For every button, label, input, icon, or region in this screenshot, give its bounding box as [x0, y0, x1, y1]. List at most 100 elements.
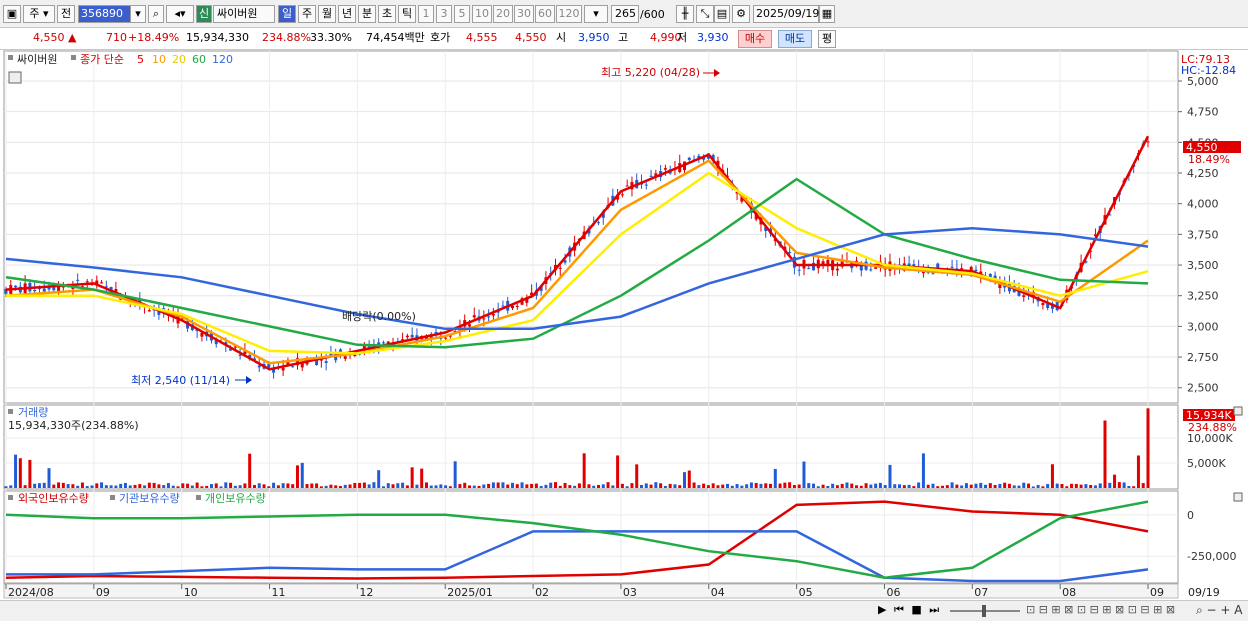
minute-option-5[interactable]: 5	[454, 5, 470, 23]
candle-body	[510, 305, 514, 309]
volume-bar	[224, 482, 228, 488]
volume-bar	[310, 483, 314, 488]
candle-body	[974, 269, 978, 271]
prev-button[interactable]: 전	[57, 5, 75, 23]
candle-body	[57, 286, 61, 291]
volume-bar	[18, 458, 22, 488]
sell-button[interactable]: 매도	[778, 30, 812, 48]
volume-bar	[716, 485, 720, 488]
minute-option-1[interactable]: 1	[418, 5, 434, 23]
draw-icon[interactable]: ⤡	[696, 5, 714, 23]
minute-option-3[interactable]: 3	[436, 5, 452, 23]
gear-icon[interactable]: ⚙	[732, 5, 750, 23]
volume-bar	[764, 483, 768, 488]
mode-primary-label: 주	[29, 7, 40, 20]
volume-bar	[33, 483, 37, 488]
minute-option-30[interactable]: 30	[514, 5, 534, 23]
volume-bar	[936, 486, 940, 488]
volume-bar	[1017, 485, 1021, 488]
date-input[interactable]: 2025/09/19	[753, 5, 819, 23]
candle-icon[interactable]: ╫	[676, 5, 694, 23]
volume-bar	[219, 486, 223, 488]
volume-bar	[162, 485, 166, 488]
minute-dropdown-icon[interactable]: ▾	[584, 5, 608, 23]
volume-bar	[1070, 483, 1074, 488]
holdings-tick-label: 0	[1187, 509, 1194, 522]
volume-bar	[381, 486, 385, 488]
period-tick-button[interactable]: 틱	[398, 5, 416, 23]
save-icon[interactable]: ▤	[714, 5, 730, 23]
candle-body	[835, 268, 839, 271]
volume-bar	[119, 483, 123, 488]
volume-bar	[252, 484, 256, 488]
price-tick-label: 3,250	[1187, 290, 1219, 303]
volume-bar	[826, 485, 830, 488]
volume-bar	[515, 484, 519, 488]
volume-bar	[1122, 482, 1126, 488]
bar-count-input[interactable]: 265	[611, 5, 639, 23]
candle-body	[324, 361, 328, 363]
volume-bar	[926, 484, 930, 488]
volume-bar	[467, 485, 471, 488]
zoom-slider-handle[interactable]	[982, 605, 986, 617]
x-tick-label: 2024/08	[8, 586, 54, 599]
volume-bar	[759, 483, 763, 488]
period-week-button[interactable]: 주	[298, 5, 316, 23]
new-badge: 신	[196, 5, 212, 23]
candle-body	[620, 194, 624, 196]
code-dropdown-icon[interactable]: ▾	[130, 5, 146, 23]
average-button[interactable]: 평	[818, 30, 836, 48]
speaker-icon[interactable]: ◂▾	[166, 5, 194, 23]
search-icon[interactable]: ⌕	[148, 5, 164, 23]
volume-bar	[1132, 486, 1136, 488]
volume-bar	[563, 482, 567, 488]
volume-bar	[47, 468, 51, 488]
volume-bar	[773, 468, 777, 488]
volume-bar	[993, 484, 997, 488]
period-month-button[interactable]: 월	[318, 5, 336, 23]
chart-svg[interactable]: 2,500 2,750 3,000 3,250 3,500 3,750 4,000 4,250…	[0, 50, 1248, 600]
data-table-icon[interactable]	[8, 71, 22, 84]
volume-bar	[66, 484, 70, 488]
minute-option-120[interactable]: 120	[556, 5, 582, 23]
volume-bar	[649, 484, 653, 488]
volume-bar	[114, 485, 118, 488]
volume-bar	[190, 485, 194, 488]
volume-bar	[912, 486, 916, 488]
volume-bar	[821, 484, 825, 488]
scroll-controls[interactable]: ▶ ⏮ ■ ⏭	[878, 603, 941, 617]
candle-body	[625, 185, 629, 187]
minute-option-10[interactable]: 10	[472, 5, 492, 23]
volume-bar	[597, 484, 601, 488]
calendar-icon[interactable]: ▦	[819, 5, 835, 23]
layout-icon[interactable]: ▣	[3, 5, 21, 23]
volume-bar	[558, 485, 562, 488]
volume-bar	[477, 485, 481, 488]
minute-option-20[interactable]: 20	[493, 5, 513, 23]
period-second-button[interactable]: 초	[378, 5, 396, 23]
period-minute-button[interactable]: 분	[358, 5, 376, 23]
x-right-label: 09/19	[1188, 586, 1220, 599]
candle-body	[644, 184, 648, 186]
chart-area[interactable]: 2,500 2,750 3,000 3,250 3,500 3,750 4,000 4,250…	[0, 50, 1248, 600]
zoom-buttons[interactable]: ⌕ − + A	[1196, 603, 1242, 618]
volume-bar	[1012, 485, 1016, 488]
volume-bar	[1031, 486, 1035, 488]
minute-option-60[interactable]: 60	[535, 5, 555, 23]
toolbar-icons[interactable]: ⊡ ⊟ ⊞ ⊠ ⊡ ⊟ ⊞ ⊠ ⊡ ⊟ ⊞ ⊠	[1026, 603, 1175, 616]
annotation-high: 최고 5,220 (04/28)	[601, 66, 700, 79]
volume-bar	[697, 485, 701, 488]
x-tick-label: 05	[799, 586, 813, 599]
volume-bar	[950, 482, 954, 488]
period-day-button[interactable]: 일	[278, 5, 296, 23]
buy-button[interactable]: 매수	[738, 30, 772, 48]
volume-bar	[243, 483, 247, 488]
candle-body	[874, 267, 878, 269]
holdings-panel-close-icon[interactable]	[1233, 492, 1243, 502]
mode-primary-select[interactable]: 주 ▾	[23, 5, 55, 23]
volume-bar	[769, 483, 773, 488]
volume-panel-close-icon[interactable]	[1233, 406, 1243, 416]
volume-bar	[659, 483, 663, 488]
volume-bar	[229, 482, 233, 488]
period-year-button[interactable]: 년	[338, 5, 356, 23]
